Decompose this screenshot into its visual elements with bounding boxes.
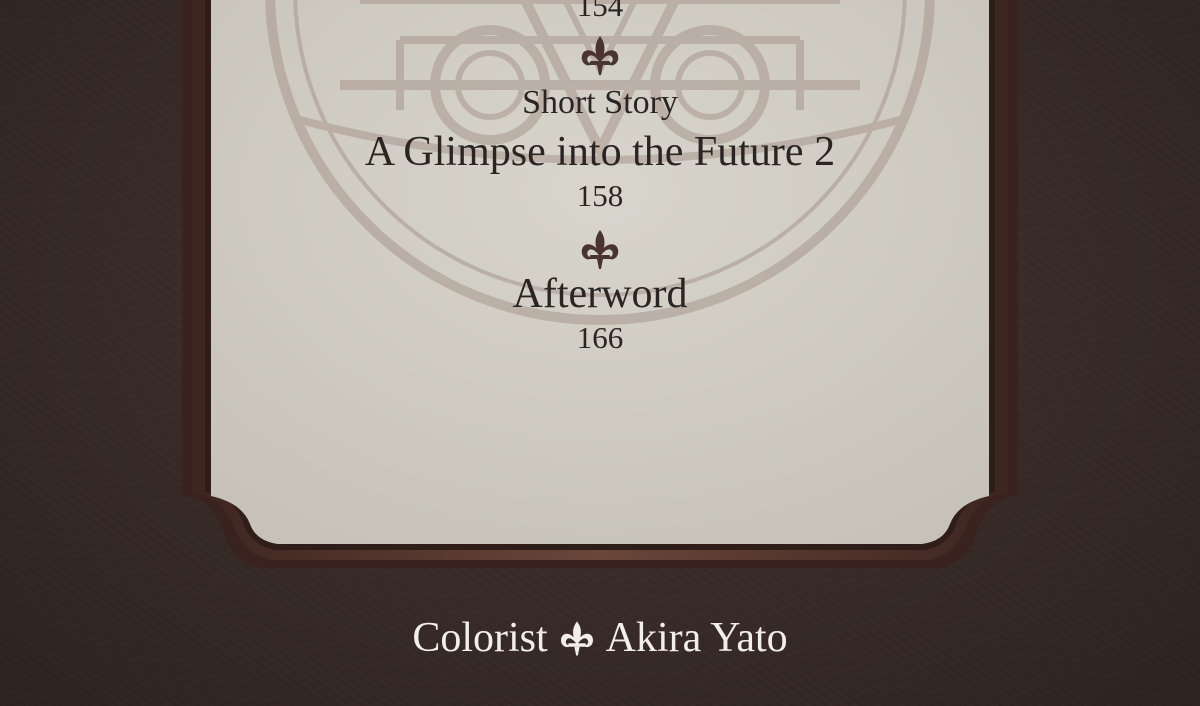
toc-entry-page-number: 166 <box>576 320 624 355</box>
fleur-de-lis-icon <box>581 230 619 269</box>
toc-entry-title: A Glimpse into the Future 2 <box>364 129 836 175</box>
credit-role: Colorist <box>412 615 548 661</box>
toc-entry-page-number: 154 <box>576 0 624 23</box>
fleur-de-lis-icon <box>581 36 619 75</box>
toc-entry-label: Short Story <box>522 84 678 121</box>
credit-name: Akira Yato <box>605 615 788 661</box>
toc-entry-title: Afterword <box>512 271 688 317</box>
table-of-contents: 154 Short Story A Glimpse into the Futur… <box>210 0 990 545</box>
credit-line: Colorist Akira Yato <box>0 608 1200 668</box>
fleur-de-lis-icon <box>560 621 593 656</box>
toc-entry-page-number: 158 <box>576 178 624 213</box>
